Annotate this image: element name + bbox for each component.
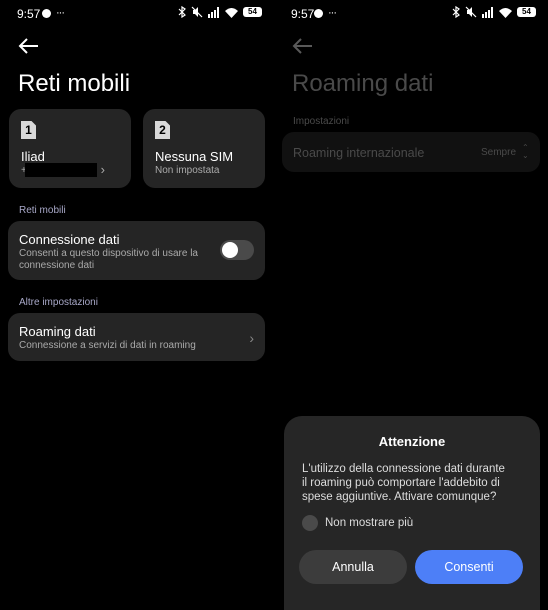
signal-icon: [208, 6, 219, 18]
data-connection-toggle[interactable]: [220, 240, 254, 260]
select-arrows-icon: ⌃⌄: [522, 143, 529, 160]
right-screen: 9:57 ··· 54 Roaming dati Impostazioni Ro…: [276, 0, 548, 610]
battery-icon: 54: [517, 7, 536, 17]
back-arrow-icon[interactable]: [291, 36, 315, 56]
checkbox-circle-icon[interactable]: [302, 515, 318, 531]
mute-icon: [465, 6, 477, 18]
sim-2-status: Non impostata: [155, 165, 220, 176]
sim-card-1[interactable]: 1 Iliad + ›: [9, 109, 131, 188]
cancel-button[interactable]: Annulla: [299, 550, 407, 584]
page-title: Roaming dati: [292, 70, 434, 97]
back-arrow-icon[interactable]: [17, 36, 41, 56]
chevron-right-icon: ›: [100, 162, 105, 177]
telegram-icon: [42, 8, 51, 18]
chevron-right-icon: ›: [249, 330, 254, 346]
redacted-phone-number: [25, 163, 97, 177]
roaming-dati-row[interactable]: Roaming dati Connessione a servizi di da…: [8, 313, 265, 361]
sim-1-icon: 1: [21, 121, 36, 139]
wifi-icon: [499, 7, 512, 18]
sim-card-2[interactable]: 2 Nessuna SIM Non impostata: [143, 109, 265, 188]
section-label-impostazioni: Impostazioni: [293, 116, 350, 127]
page-title: Reti mobili: [18, 70, 131, 97]
status-time: 9:57: [17, 7, 41, 21]
roaming-internazionale-label: Roaming internazionale: [293, 146, 425, 160]
data-connection-row[interactable]: Connessione dati Consenti a questo dispo…: [8, 221, 265, 280]
status-bar: 9:57 ··· 54: [0, 0, 274, 26]
dialog-title: Attenzione: [378, 434, 446, 449]
dont-show-again-label: Non mostrare più: [325, 517, 414, 529]
data-connection-title: Connessione dati: [19, 232, 120, 247]
status-bar: 9:57 ··· 54: [276, 0, 548, 26]
battery-icon: 54: [243, 7, 262, 17]
allow-button[interactable]: Consenti: [415, 550, 523, 584]
signal-icon: [482, 6, 493, 18]
roaming-dati-desc: Connessione a servizi di dati in roaming: [19, 340, 196, 351]
roaming-internazionale-row[interactable]: Roaming internazionale Sempre ⌃⌄: [282, 132, 540, 172]
mute-icon: [191, 6, 203, 18]
dialog-message: L'utilizzo della connessione dati durant…: [302, 463, 505, 503]
sim-2-name: Nessuna SIM: [155, 149, 234, 164]
left-screen: 9:57 ··· 54 Reti mobili 1 Iliad + › 2 Ne…: [0, 0, 274, 610]
bluetooth-icon: [452, 6, 460, 18]
dont-show-again-checkbox[interactable]: Non mostrare più: [302, 515, 413, 531]
telegram-icon: [314, 8, 323, 18]
sim-2-icon: 2: [155, 121, 170, 139]
wifi-icon: [225, 7, 238, 18]
section-label-reti-mobili: Reti mobili: [19, 205, 66, 216]
section-label-altre-impostazioni: Altre impostazioni: [19, 297, 98, 308]
status-time: 9:57: [291, 7, 315, 21]
sim-1-name: Iliad: [21, 149, 45, 164]
roaming-dati-title: Roaming dati: [19, 324, 96, 339]
data-connection-desc: Consenti a questo dispositivo di usare l…: [19, 248, 198, 271]
roaming-internazionale-value: Sempre: [480, 147, 516, 158]
more-notifications-icon: ···: [328, 7, 337, 19]
more-notifications-icon: ···: [56, 7, 65, 19]
attention-dialog: Attenzione L'utilizzo della connessione …: [284, 416, 540, 610]
bluetooth-icon: [178, 6, 186, 18]
